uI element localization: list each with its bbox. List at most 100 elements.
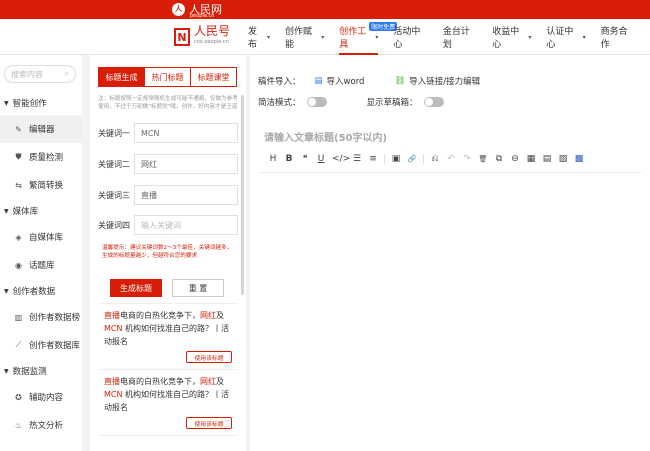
brand-sub: coo.people.cn bbox=[194, 39, 229, 45]
tab-hot-titles[interactable]: 热门标题 bbox=[144, 67, 191, 87]
heading-icon[interactable]: H bbox=[268, 154, 278, 164]
sidebar-group-media[interactable]: ▼ 媒体库 bbox=[0, 199, 82, 223]
nav-tools[interactable]: 创作工具 ▾ 限时免费 bbox=[339, 19, 398, 55]
highlight: MCN bbox=[104, 390, 123, 399]
result-item-1: 直播电商的白热化竞争下，网红及 MCN 机构如何找准自己的路？丨活动报名 bbox=[104, 309, 232, 348]
use-title-button-2[interactable]: 使用该标题 bbox=[186, 417, 232, 429]
divider bbox=[98, 369, 238, 370]
sidebar-item-label: 自媒体库 bbox=[29, 233, 64, 243]
monitor-icon[interactable]: ▩ bbox=[574, 154, 584, 164]
clear-icon[interactable]: 🗑 bbox=[478, 155, 488, 163]
quote-icon[interactable]: ❝ bbox=[300, 154, 310, 164]
import-link-button[interactable]: ⛓ 导入链接/接力编辑 bbox=[394, 75, 480, 87]
shield-icon: ⛊ bbox=[15, 152, 22, 161]
pen-icon: ✎ bbox=[15, 124, 22, 134]
import-word-button[interactable]: ▤ 导入word bbox=[315, 75, 365, 87]
keyword-input-1[interactable]: MCN bbox=[134, 123, 238, 143]
sidebar-item-selfmedia[interactable]: ◈ 自媒体库 bbox=[0, 223, 82, 251]
panel-scrollbar[interactable] bbox=[241, 95, 244, 295]
sidebar-search[interactable]: 搜索内容 ⌕ bbox=[4, 65, 76, 83]
reset-button[interactable]: 重 置 bbox=[172, 279, 224, 297]
use-title-button-1[interactable]: 使用该标题 bbox=[186, 351, 232, 363]
nav-activity[interactable]: 活动中心 bbox=[393, 19, 427, 55]
sidebar-item-rank[interactable]: ▥ 创作者数据榜 bbox=[0, 303, 82, 331]
sidebar-item-label: 辅助内容 bbox=[29, 393, 64, 403]
nav-jintai[interactable]: 金台计划 bbox=[443, 19, 477, 55]
brand-logo[interactable]: N 人民号 coo.people.cn bbox=[174, 24, 231, 48]
nav-income[interactable]: 收益中心 ▾ bbox=[492, 19, 531, 55]
panel-tabs: 标题生成 热门标题 标题课堂 bbox=[98, 67, 237, 87]
nav-label: 认证中心 bbox=[546, 27, 574, 50]
sidebar-item-label: 编辑器 bbox=[29, 125, 55, 135]
sidebar-item-assist[interactable]: ✪ 辅助内容 bbox=[0, 383, 82, 411]
chevron-down-icon: ▾ bbox=[375, 33, 379, 41]
sidebar-group-smart[interactable]: ▼ 智能创作 bbox=[0, 91, 82, 115]
underline-icon[interactable]: U bbox=[316, 154, 326, 164]
sidebar-item-convert[interactable]: ⇆ 繁简转换 bbox=[0, 171, 82, 199]
gallery-icon[interactable]: ▨ bbox=[558, 154, 568, 164]
keyword-label: 关键词一 bbox=[98, 128, 130, 138]
tab-title-class[interactable]: 标题课堂 bbox=[190, 67, 237, 87]
chevron-down-icon: ▾ bbox=[321, 33, 325, 41]
keyword-input-4[interactable]: 输入关键词 bbox=[134, 215, 238, 235]
sidebar-item-hot[interactable]: ♨ 热文分析 bbox=[0, 411, 82, 439]
sidebar-item-label: 创作者数据榜 bbox=[29, 313, 81, 323]
code-icon[interactable]: </> bbox=[332, 154, 350, 164]
result-text: 机构如何找准自己的路？丨活动报名 bbox=[104, 390, 230, 412]
keyword-row-4: 关键词四 输入关键词 bbox=[98, 215, 238, 235]
sidebar-item-topics[interactable]: ◉ 话题库 bbox=[0, 251, 82, 279]
result-text: 及 bbox=[216, 311, 224, 320]
import-row: 稿件导入： ▤ 导入word ⛓ 导入链接/接力编辑 bbox=[258, 75, 480, 87]
tab-generate[interactable]: 标题生成 bbox=[98, 67, 145, 87]
search-icon[interactable]: ⌕ bbox=[65, 69, 69, 79]
nav-business[interactable]: 商务合作 bbox=[601, 19, 635, 55]
keyword-input-3[interactable]: 直播 bbox=[134, 185, 238, 205]
show-draft-toggle[interactable] bbox=[423, 97, 444, 107]
sidebar-item-quality[interactable]: ⛊ 质量检测 bbox=[0, 143, 82, 171]
brand-name: 人民号 coo.people.cn bbox=[194, 24, 231, 48]
zoom-out-icon[interactable]: ⊖ bbox=[510, 154, 520, 164]
import-label: 稿件导入： bbox=[258, 77, 301, 87]
sidebar-group-monitor[interactable]: ▼ 数据监测 bbox=[0, 359, 82, 383]
sidebar-item-database[interactable]: ⟋ 创作者数据库 bbox=[0, 331, 82, 359]
copy-icon[interactable]: ⧉ bbox=[494, 154, 504, 164]
chevron-down-icon: ▾ bbox=[582, 33, 586, 41]
sidebar-item-editor[interactable]: ✎ 编辑器 bbox=[0, 115, 82, 143]
people-logo[interactable]: 人 人民网 people.cn bbox=[172, 1, 222, 19]
ordered-list-icon[interactable]: ☰ bbox=[352, 154, 362, 164]
keyword-input-2[interactable]: 网红 bbox=[134, 154, 238, 174]
table-icon[interactable]: ▦ bbox=[526, 154, 536, 164]
simple-mode-toggle[interactable] bbox=[306, 97, 327, 107]
unordered-list-icon[interactable]: ≡ bbox=[368, 154, 378, 164]
search-input[interactable]: 搜索内容 bbox=[11, 69, 43, 80]
group-label: 数据监测 bbox=[12, 367, 47, 377]
chevron-down-icon: ▾ bbox=[266, 33, 270, 41]
brand-name-text: 人民号 bbox=[194, 24, 231, 38]
line-chart-icon: ⟋ bbox=[15, 340, 22, 349]
keyword-label: 关键词三 bbox=[98, 190, 130, 200]
redo-icon[interactable]: ↷ bbox=[462, 154, 472, 164]
nav-label: 发布 bbox=[248, 27, 258, 50]
keyword-row-3: 关键词三 直播 bbox=[98, 185, 238, 205]
generate-title-button[interactable]: 生成标题 bbox=[110, 279, 162, 297]
article-title-input[interactable]: 请输入文章标题(50字以内) bbox=[264, 129, 387, 144]
undo-icon[interactable]: ↶ bbox=[446, 154, 456, 164]
target-icon: ◉ bbox=[15, 260, 22, 270]
template-icon[interactable]: ▤ bbox=[542, 154, 552, 164]
brand-mark-icon: N bbox=[174, 28, 190, 46]
sidebar-group-creator[interactable]: ▼ 创作者数据 bbox=[0, 279, 82, 303]
nav-publish[interactable]: 发布 ▾ bbox=[248, 19, 270, 55]
highlight: 直播 bbox=[104, 377, 120, 386]
group-label: 创作者数据 bbox=[12, 287, 56, 297]
group-label: 智能创作 bbox=[12, 99, 47, 109]
result-text: 电商的白热化竞争下， bbox=[120, 377, 200, 386]
triangle-down-icon: ▼ bbox=[4, 287, 9, 295]
link-icon[interactable]: 🔗 bbox=[407, 155, 417, 163]
nav-certify[interactable]: 认证中心 ▾ bbox=[546, 19, 585, 55]
bold-icon[interactable]: B bbox=[284, 154, 294, 164]
swap-icon: ⇆ bbox=[15, 180, 22, 190]
image-icon[interactable]: ▣ bbox=[391, 154, 401, 164]
nav-empower[interactable]: 创作赋能 ▾ bbox=[285, 19, 324, 55]
sidebar-item-label: 繁简转换 bbox=[29, 181, 64, 191]
format-brush-icon[interactable]: ⎌ bbox=[430, 154, 440, 164]
